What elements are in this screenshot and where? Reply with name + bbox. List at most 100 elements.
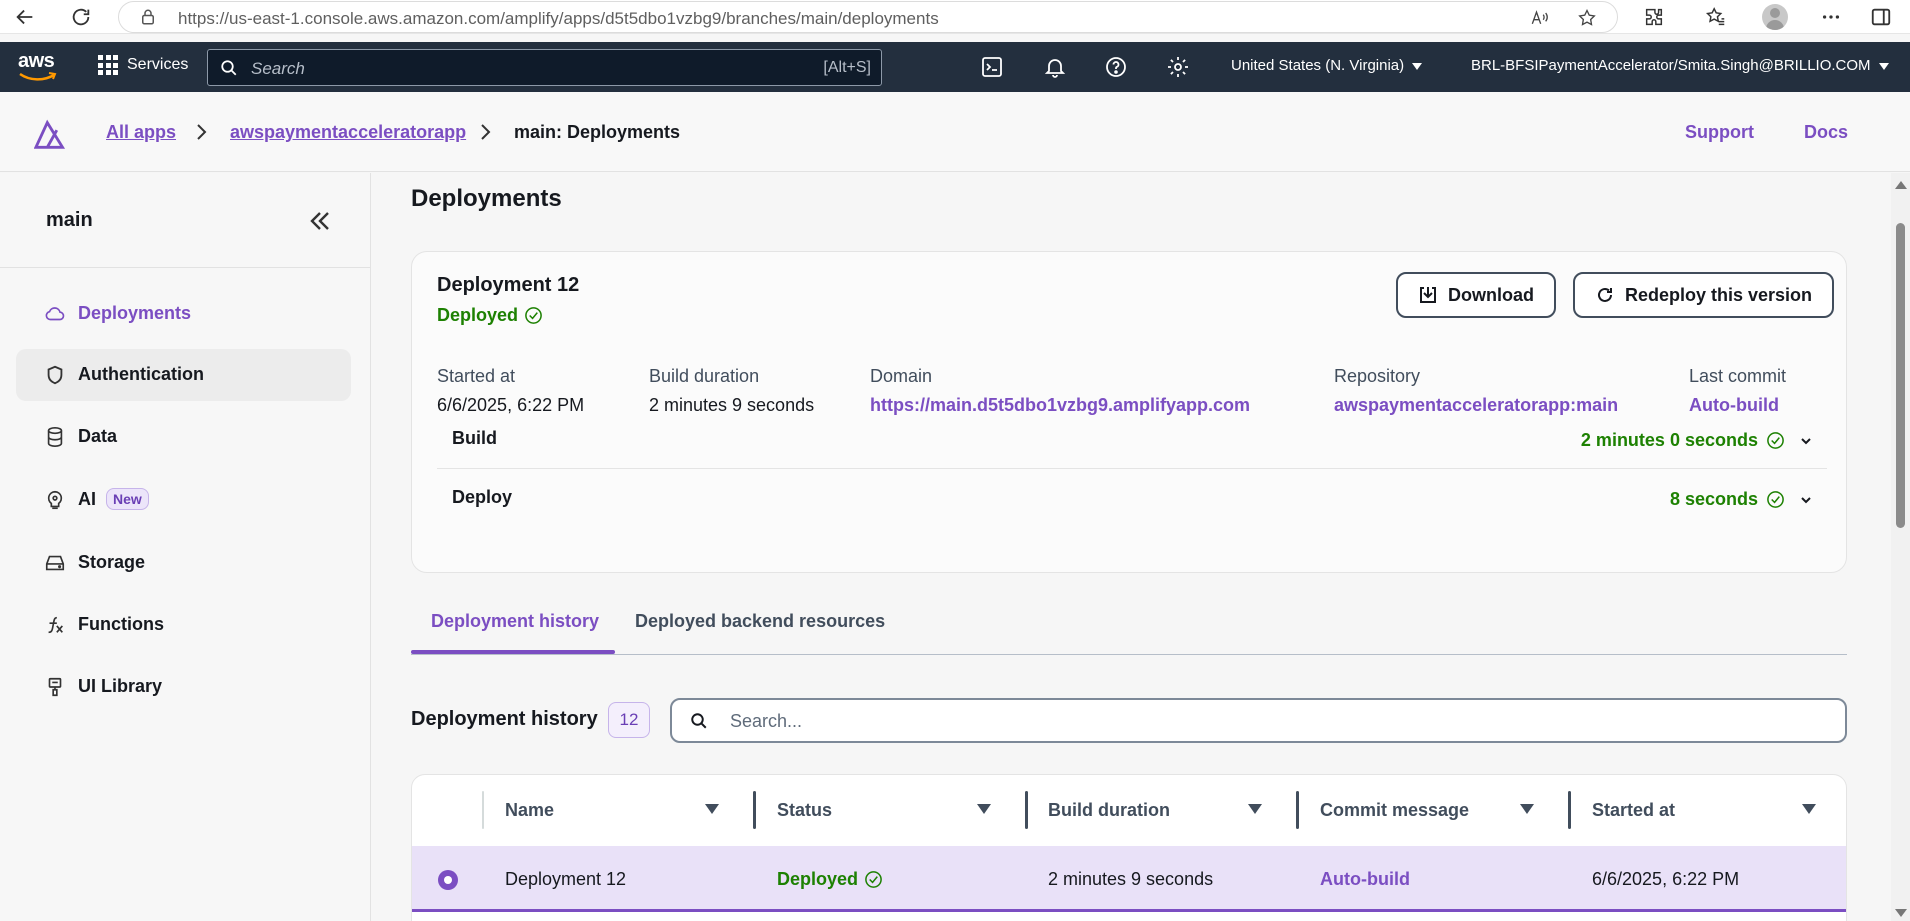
aws-smile-icon <box>19 72 57 81</box>
build-phase-row[interactable]: Build 2 minutes 0 seconds <box>437 410 1827 468</box>
storage-icon <box>45 555 65 571</box>
services-menu[interactable]: Services <box>98 55 188 75</box>
notifications-bell-icon[interactable] <box>1043 55 1067 79</box>
column-divider[interactable] <box>1025 791 1028 829</box>
services-grid-icon <box>98 55 118 75</box>
row-radio-selected[interactable] <box>438 870 458 890</box>
collapse-sidebar-icon[interactable] <box>306 207 334 235</box>
cell-commit-message[interactable]: Auto-build <box>1320 869 1410 890</box>
cell-build-duration: 2 minutes 9 seconds <box>1048 869 1214 889</box>
deployment-status: Deployed <box>437 305 543 326</box>
console-search-input[interactable]: Search [Alt+S] <box>207 49 882 86</box>
branch-title: main <box>46 209 93 231</box>
docs-link[interactable]: Docs <box>1804 122 1848 143</box>
column-header-status[interactable]: Status <box>777 775 997 845</box>
scroll-up-arrow-icon[interactable] <box>1895 181 1907 189</box>
sort-caret-icon[interactable] <box>1802 804 1816 814</box>
sidebar-item-ui-library[interactable]: UI Library <box>16 661 351 713</box>
sort-caret-icon[interactable] <box>977 804 991 814</box>
history-search-input[interactable] <box>730 709 1730 733</box>
repository-field: Repository awspaymentacceleratorapp:main <box>1334 366 1619 415</box>
check-circle-icon <box>1767 432 1784 449</box>
check-circle-icon <box>865 871 882 888</box>
amplify-logo-icon[interactable] <box>34 118 72 150</box>
check-circle-icon <box>525 307 542 324</box>
settings-gear-icon[interactable] <box>1166 55 1190 79</box>
tab-deployment-history[interactable]: Deployment history <box>431 611 599 632</box>
profile-avatar[interactable] <box>1762 4 1788 30</box>
lock-icon <box>142 9 154 25</box>
address-bar[interactable]: https://us-east-1.console.aws.amazon.com… <box>118 1 1618 33</box>
url-text: https://us-east-1.console.aws.amazon.com… <box>178 9 939 28</box>
breadcrumb-current: main: Deployments <box>514 122 681 142</box>
extensions-icon[interactable] <box>1643 6 1665 28</box>
function-icon <box>48 616 63 634</box>
sidebar-item-functions[interactable]: Functions <box>16 599 351 651</box>
table-row[interactable]: Deployment 12 Deployed 2 minutes 9 secon… <box>412 846 1846 912</box>
started-at-field: Started at 6/6/2025, 6:22 PM <box>437 366 585 415</box>
history-title: Deployment history <box>411 708 598 730</box>
redo-icon <box>1598 287 1612 302</box>
build-duration-field: Build duration 2 minutes 9 seconds <box>649 366 815 415</box>
favorite-star-icon[interactable] <box>1577 8 1597 28</box>
aws-logo[interactable]: aws <box>18 50 60 84</box>
sidebar-item-data[interactable]: Data <box>16 411 351 463</box>
caret-down-icon <box>1412 62 1423 70</box>
sidebar-item-authentication[interactable]: Authentication <box>16 349 351 401</box>
shield-icon <box>47 365 63 385</box>
column-divider[interactable] <box>1296 791 1299 829</box>
history-search[interactable] <box>670 698 1847 743</box>
sidebar-item-storage[interactable]: Storage <box>16 537 351 589</box>
sidebar-divider <box>0 267 371 268</box>
deploy-phase-row[interactable]: Deploy 8 seconds <box>437 469 1827 527</box>
page-scrollbar[interactable] <box>1891 173 1910 921</box>
column-header-name[interactable]: Name <box>505 775 725 845</box>
brain-icon <box>47 490 63 510</box>
sidebar: main Deployments Authentication Data AI … <box>0 173 371 921</box>
back-arrow-icon[interactable] <box>14 6 36 28</box>
cell-started-at: 6/6/2025, 6:22 PM <box>1592 869 1740 889</box>
tab-deployed-backend-resources[interactable]: Deployed backend resources <box>635 611 885 632</box>
aws-top-nav: aws Services Search [Alt+S] United State… <box>0 42 1910 92</box>
chevron-down-icon[interactable] <box>1799 493 1813 507</box>
sidebar-item-label: Authentication <box>78 364 204 384</box>
cloudshell-icon[interactable] <box>980 55 1004 79</box>
sidebar-item-label: Functions <box>78 614 164 634</box>
column-header-started-at[interactable]: Started at <box>1592 775 1822 845</box>
chevron-down-icon[interactable] <box>1799 434 1813 448</box>
redeploy-button[interactable]: Redeploy this version <box>1573 272 1835 318</box>
deployment-history-table: Name Status Build duration Commit messag… <box>411 774 1847 921</box>
breadcrumb-all-apps[interactable]: All apps <box>106 122 176 143</box>
column-divider[interactable] <box>753 791 756 829</box>
download-icon <box>1420 287 1436 303</box>
sidebar-item-deployments[interactable]: Deployments <box>16 288 351 340</box>
download-button[interactable]: Download <box>1396 272 1556 318</box>
app-header: All apps awspaymentacceleratorapp main: … <box>0 92 1910 172</box>
sort-caret-icon[interactable] <box>1520 804 1534 814</box>
help-icon[interactable] <box>1104 55 1128 79</box>
refresh-icon[interactable] <box>70 6 92 28</box>
sidebar-toggle-icon[interactable] <box>1870 6 1892 28</box>
domain-field: Domain https://main.d5t5dbo1vzbg9.amplif… <box>870 366 1251 415</box>
region-selector[interactable]: United States (N. Virginia) <box>1231 57 1423 74</box>
favorites-icon[interactable] <box>1705 6 1727 28</box>
sort-caret-icon[interactable] <box>1248 804 1262 814</box>
cell-name: Deployment 12 <box>505 869 627 889</box>
account-menu[interactable]: BRL-BFSIPaymentAccelerator/Smita.Singh@B… <box>1471 57 1889 74</box>
support-link[interactable]: Support <box>1685 122 1754 143</box>
column-header-commit-message[interactable]: Commit message <box>1320 775 1540 845</box>
tab-list: Deployment history Deployed backend reso… <box>411 593 1847 655</box>
column-divider[interactable] <box>1568 791 1571 829</box>
active-tab-indicator <box>411 650 615 654</box>
sidebar-item-label: Storage <box>78 552 146 572</box>
sidebar-item-label: AI <box>78 489 96 509</box>
column-header-build-duration[interactable]: Build duration <box>1048 775 1268 845</box>
read-aloud-icon[interactable] <box>1529 8 1549 28</box>
sidebar-item-ai[interactable]: AI New <box>16 474 351 526</box>
scrollbar-thumb[interactable] <box>1896 223 1905 528</box>
deployment-card: Deployment 12 Deployed Download Redeploy… <box>411 251 1847 573</box>
more-options-icon[interactable] <box>1820 6 1842 28</box>
breadcrumb-app[interactable]: awspaymentacceleratorapp <box>230 122 466 143</box>
sort-caret-icon[interactable] <box>705 804 719 814</box>
scroll-down-arrow-icon[interactable] <box>1895 909 1907 917</box>
